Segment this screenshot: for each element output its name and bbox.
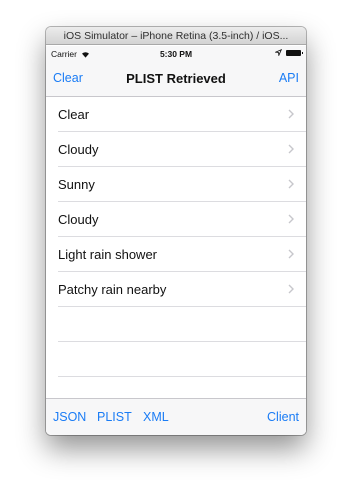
- table-row[interactable]: Cloudy: [58, 132, 306, 167]
- battery-icon: [286, 49, 303, 56]
- chevron-right-icon: [288, 144, 294, 154]
- chevron-right-icon: [288, 179, 294, 189]
- chevron-right-icon: [288, 214, 294, 224]
- row-label: Cloudy: [58, 212, 99, 227]
- device-screen: Carrier 5:30 PM Clear PLIST Retrieved AP…: [46, 46, 306, 435]
- simulator-window: iOS Simulator – iPhone Retina (3.5-inch)…: [46, 27, 306, 435]
- row-label: Clear: [58, 107, 90, 122]
- client-button[interactable]: Client: [267, 410, 299, 424]
- table-row[interactable]: Patchy rain nearby: [58, 272, 306, 307]
- xml-button[interactable]: XML: [143, 410, 169, 424]
- chevron-right-icon: [288, 284, 294, 294]
- status-bar: Carrier 5:30 PM: [46, 46, 306, 62]
- table-row[interactable]: Clear: [58, 97, 306, 132]
- table-row[interactable]: Light rain shower: [58, 237, 306, 272]
- api-button[interactable]: API: [279, 71, 299, 85]
- page-title: PLIST Retrieved: [126, 71, 226, 86]
- row-label: Light rain shower: [58, 247, 157, 262]
- status-right: [275, 49, 303, 56]
- weather-list: Clear Cloudy Sunny Cloudy Light rain sho…: [46, 97, 306, 377]
- json-button[interactable]: JSON: [53, 410, 86, 424]
- navigation-bar: Clear PLIST Retrieved API: [46, 62, 306, 97]
- chevron-right-icon: [288, 109, 294, 119]
- location-arrow-icon: [275, 49, 282, 56]
- plist-button[interactable]: PLIST: [97, 410, 132, 424]
- empty-row: [58, 307, 306, 342]
- empty-row: [58, 342, 306, 377]
- status-time: 5:30 PM: [159, 49, 193, 59]
- table-row[interactable]: Cloudy: [58, 202, 306, 237]
- bottom-toolbar: JSON PLIST XML Client: [46, 398, 306, 435]
- table-row[interactable]: Sunny: [58, 167, 306, 202]
- chevron-right-icon: [288, 249, 294, 259]
- window-titlebar[interactable]: iOS Simulator – iPhone Retina (3.5-inch)…: [46, 27, 306, 45]
- row-label: Patchy rain nearby: [58, 282, 167, 297]
- window-title: iOS Simulator – iPhone Retina (3.5-inch)…: [63, 30, 289, 42]
- row-label: Sunny: [58, 177, 95, 192]
- row-label: Cloudy: [58, 142, 99, 157]
